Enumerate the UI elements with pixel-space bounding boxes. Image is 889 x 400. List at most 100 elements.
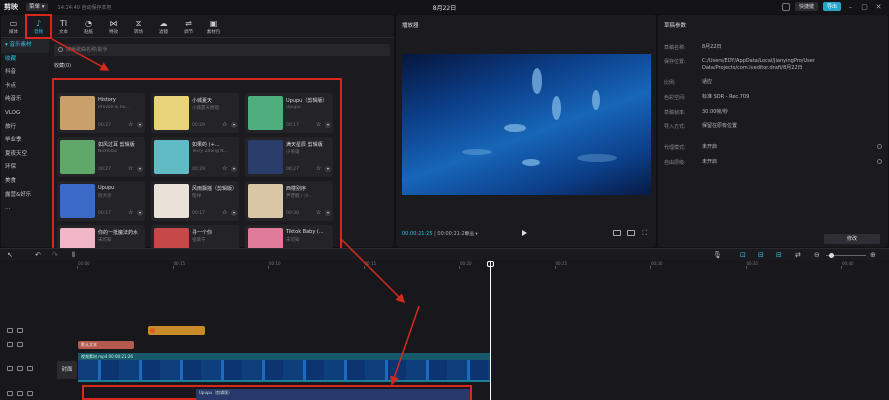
fullscreen-icon[interactable]: ⛶ [642,230,650,237]
info-icon[interactable] [877,159,882,164]
sidebar-item-9[interactable]: 环保 [1,161,49,175]
music-card[interactable]: 风雨飘摇（剪辑版） 暗绿 00:17 ☆ [151,181,239,221]
audio-clip[interactable]: Upupu（剪辑版） [196,389,470,400]
maximize-icon[interactable]: ▢ [860,3,869,11]
favorite-star-icon[interactable]: ☆ [222,210,227,216]
shortcut-button[interactable]: 快捷键 [794,2,818,11]
favorite-star-icon[interactable]: ☆ [222,166,227,172]
music-card[interactable]: 如果的 (+... Terry Zhong N... 00:29 ☆ [151,137,239,177]
music-card[interactable]: History Rhivon & Ru... 00:27 ☆ [57,93,145,133]
lock-icon[interactable] [7,366,13,371]
download-icon[interactable] [325,122,331,128]
music-search-input[interactable]: 搜索歌曲名称/歌手 [54,44,390,56]
toolbar-tab-8[interactable]: ▣ 素材包 [201,15,226,38]
music-card[interactable]: Upupu 阿大亭 00:17 ☆ [57,181,145,221]
mute-icon[interactable] [27,391,33,396]
favorite-star-icon[interactable]: ☆ [316,210,321,216]
sidebar-item-8[interactable]: 夏夜天空 [1,148,49,162]
eye-icon[interactable] [17,366,23,371]
music-card[interactable]: Upupu（剪辑版） Upupu 00:17 ☆ [245,93,333,133]
ratio-icon[interactable] [627,230,635,236]
fit-icon[interactable] [613,230,621,236]
toolbar-tab-0[interactable]: ▭ 媒体 [1,15,26,38]
sidebar-item-3[interactable]: 卡点 [1,80,49,94]
microphone-icon[interactable]: 🎙 [713,251,722,259]
toolbar-tab-label: 调节 [184,29,193,35]
redo-icon[interactable]: ↷ [52,251,58,259]
download-icon[interactable] [325,210,331,216]
edit-params-button[interactable]: 修改 [824,234,880,244]
download-icon[interactable] [231,122,237,128]
undo-icon[interactable]: ↶ [35,251,41,259]
toolbar-tab-3[interactable]: ◔ 贴纸 [76,15,101,38]
toolbar-tab-2[interactable]: TI 文本 [51,15,76,38]
toolbar-tab-7[interactable]: ⇌ 调节 [176,15,201,38]
preview-axis-icon[interactable]: ⊟ [776,251,782,259]
minimize-icon[interactable]: – [846,3,855,11]
download-icon[interactable] [137,166,143,172]
download-icon[interactable] [231,166,237,172]
linkage-icon[interactable]: ⊟ [758,251,764,259]
download-icon[interactable] [137,122,143,128]
sidebar-item-7[interactable]: 毕业季 [1,134,49,148]
playhead[interactable] [490,262,491,400]
eye-icon[interactable] [17,328,23,333]
eye-icon[interactable] [17,342,23,347]
text-clip[interactable]: 默认文本 [78,341,134,349]
music-card[interactable]: 满天星辰 剪辑版 小英雄 00:27 ☆ [245,137,333,177]
sidebar-item-2[interactable]: 抖音 [1,66,49,80]
quality-select[interactable]: 原画 ▾ [465,231,478,237]
sidebar-item-4[interactable]: 纯音乐 [1,93,49,107]
favorite-star-icon[interactable]: ☆ [316,122,321,128]
monitor-icon[interactable] [781,2,790,11]
sidebar-item-11[interactable]: 露营&好乐 [1,189,49,203]
music-card[interactable]: 小城夏天 小城夏天原唱 00:29 ☆ [151,93,239,133]
video-clip[interactable] [78,360,491,382]
magnet-icon[interactable]: ⊡ [740,251,746,259]
toolbar-tab-1[interactable]: ♪ 音频 [25,14,52,39]
mute-icon[interactable] [27,366,33,371]
sidebar-item-6[interactable]: 旅行 [1,121,49,135]
close-icon[interactable]: ✕ [874,3,883,11]
toolbar-tab-5[interactable]: ⧖ 转场 [126,15,151,38]
download-icon[interactable] [137,210,143,216]
track-ops-icon[interactable]: ⇄ [795,251,801,259]
favorite-star-icon[interactable]: ☆ [128,166,133,172]
sidebar-item-0[interactable]: ▾ 音乐素材 [1,39,49,53]
zoom-slider-thumb[interactable] [829,253,834,258]
zoom-out-icon[interactable]: ⊖ [814,251,820,259]
play-icon[interactable] [522,230,527,236]
lock-icon[interactable] [7,328,13,333]
download-icon[interactable] [325,166,331,172]
cover-button[interactable]: 封面 [57,361,77,379]
download-icon[interactable] [231,210,237,216]
music-card[interactable]: 西楼别序 尹昔眠 / 小... 00:30 ☆ [245,181,333,221]
ruler-tick: 00:20 [459,261,472,269]
toolbar-tab-6[interactable]: ☁ 滤镜 [151,15,176,38]
time-ruler[interactable]: 00:00 00:15 00:10 00:15 00:20 00:25 00:30 00:35… [77,261,889,270]
toolbar-tab-4[interactable]: ⋈ 特效 [101,15,126,38]
favorite-star-icon[interactable]: ☆ [128,210,133,216]
lock-icon[interactable] [7,342,13,347]
sidebar-item-1[interactable]: 收藏 [1,53,49,67]
video-preview[interactable] [402,54,651,195]
menu-button[interactable]: 菜单 ▾ [26,3,48,11]
param-value: 保留在原有位置 [702,123,738,129]
sidebar-item-12[interactable]: ... [1,202,49,216]
eye-icon[interactable] [17,391,23,396]
music-card[interactable]: 如风过耳 剪辑版 Nicholas 00:27 ☆ [57,137,145,177]
export-button[interactable]: 导出 [822,2,841,11]
playhead-handle[interactable] [487,261,494,267]
info-icon[interactable] [877,144,882,149]
favorite-star-icon[interactable]: ☆ [222,122,227,128]
favorite-star-icon[interactable]: ☆ [128,122,133,128]
select-cursor-icon[interactable]: ↖ [7,251,13,259]
sidebar-item-5[interactable]: VLOG [1,107,49,121]
lock-icon[interactable] [7,391,13,396]
split-icon[interactable]: ⫴ [72,251,75,259]
editor-window: { "titlebar": {"logo":"剪映","menu":"菜单 ▾"… [0,0,889,400]
zoom-in-icon[interactable]: ⊕ [870,251,876,259]
favorite-star-icon[interactable]: ☆ [316,166,321,172]
sidebar-item-10[interactable]: 美食 [1,175,49,189]
sticker-clip[interactable] [148,326,205,335]
